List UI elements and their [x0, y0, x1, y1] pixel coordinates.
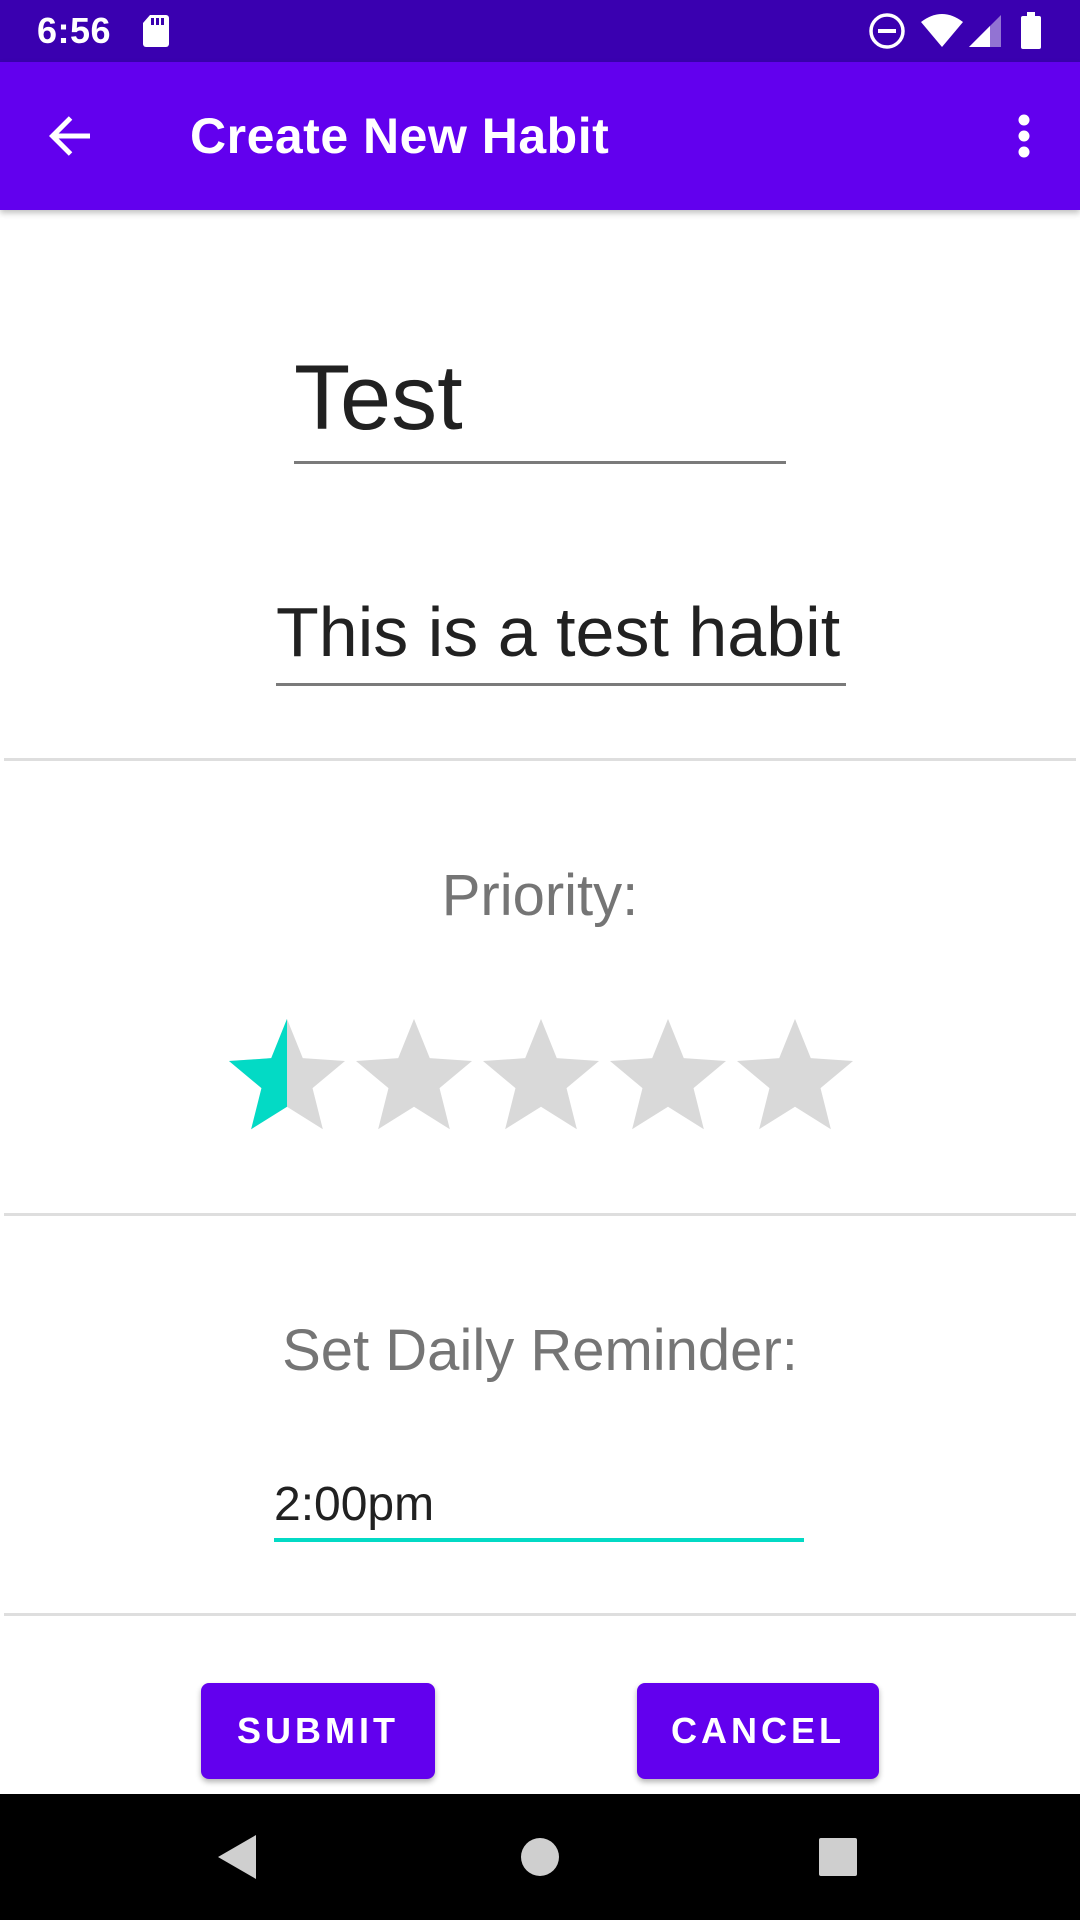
- star-icon[interactable]: [734, 1014, 856, 1136]
- status-time: 6:56: [37, 10, 112, 51]
- page-title: Create New Habit: [190, 108, 610, 164]
- habit-description-input[interactable]: [276, 580, 846, 686]
- nav-back-button[interactable]: [178, 1794, 298, 1920]
- app-bar: Create New Habit: [0, 62, 1080, 210]
- reminder-label: Set Daily Reminder:: [282, 1318, 798, 1383]
- do-not-disturb-icon: [868, 0, 906, 62]
- star-icon[interactable]: [353, 1014, 475, 1136]
- nav-back-icon: [218, 1835, 256, 1879]
- wifi-icon: [920, 0, 964, 62]
- nav-home-icon: [521, 1838, 559, 1876]
- star-icon[interactable]: [480, 1014, 602, 1136]
- divider: [4, 1613, 1076, 1616]
- divider: [4, 1213, 1076, 1216]
- priority-label: Priority:: [441, 863, 639, 928]
- divider: [4, 758, 1076, 761]
- battery-icon: [1020, 0, 1042, 62]
- nav-recents-icon: [819, 1838, 857, 1876]
- star-icon[interactable]: [607, 1014, 729, 1136]
- arrow-back-icon: [49, 116, 90, 156]
- more-vert-icon: [1018, 114, 1030, 158]
- system-nav-bar: [0, 1794, 1080, 1920]
- overflow-menu-button[interactable]: [1000, 100, 1048, 172]
- cancel-button[interactable]: CANCEL: [637, 1683, 879, 1779]
- sd-card-icon: [142, 0, 170, 62]
- priority-rating-bar[interactable]: [226, 1014, 856, 1136]
- submit-button[interactable]: SUBMIT: [201, 1683, 435, 1779]
- back-button[interactable]: [34, 100, 106, 172]
- nav-home-button[interactable]: [480, 1794, 600, 1920]
- reminder-time-input[interactable]: [274, 1470, 804, 1542]
- habit-name-input[interactable]: [294, 336, 786, 464]
- nav-recents-button[interactable]: [778, 1794, 898, 1920]
- star-icon[interactable]: [226, 1014, 348, 1136]
- signal-icon: [968, 0, 1002, 62]
- status-bar: 6:56: [0, 0, 1080, 62]
